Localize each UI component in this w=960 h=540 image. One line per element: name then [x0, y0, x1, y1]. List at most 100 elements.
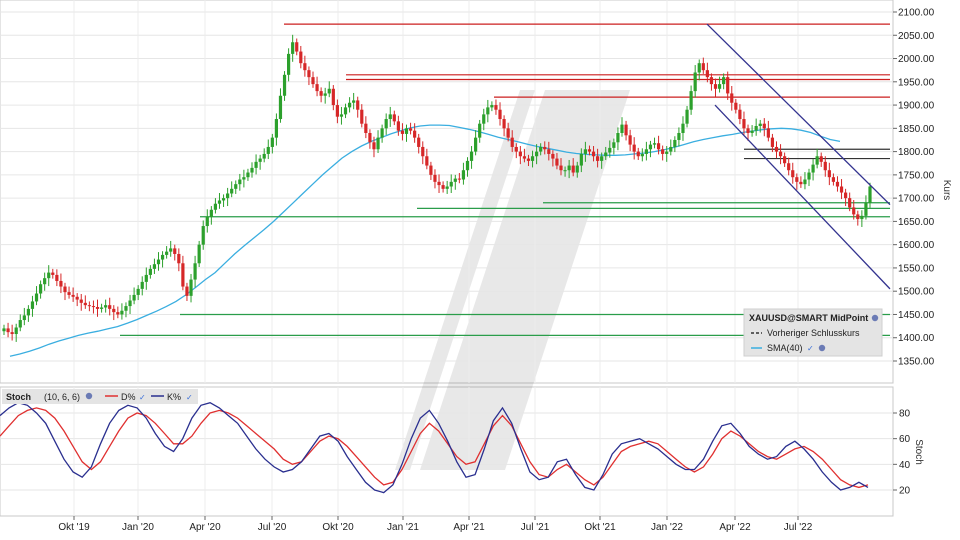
candle-body — [478, 123, 482, 138]
candle-body — [270, 137, 274, 147]
x-tick-label: Okt '19 — [58, 522, 90, 533]
candle-body — [87, 305, 91, 307]
candle-body — [282, 74, 287, 96]
candle-body — [331, 88, 335, 106]
candle-body — [299, 51, 303, 64]
candle-body — [376, 137, 380, 150]
candle-body — [742, 119, 746, 129]
candle-body — [38, 284, 43, 294]
candle-body — [722, 77, 726, 85]
candle-body — [535, 151, 539, 157]
candle-body — [693, 72, 697, 92]
x-tick-label: Jan '20 — [122, 522, 154, 533]
candle-body — [823, 161, 827, 171]
candle-body — [453, 178, 457, 182]
candle-body — [490, 105, 494, 108]
candle-body — [181, 263, 185, 287]
candle-body — [368, 132, 372, 143]
x-tick-label: Jan '21 — [387, 522, 419, 533]
candle-body — [201, 226, 205, 245]
candle-body — [608, 147, 612, 153]
candle-body — [311, 77, 315, 85]
stoch-title: Stoch — [6, 392, 31, 402]
candle-body — [266, 146, 270, 154]
candle-body — [95, 307, 100, 309]
candle-body — [730, 93, 734, 103]
candle-body — [482, 114, 486, 124]
candle-body — [502, 119, 506, 129]
candle-body — [356, 100, 360, 110]
candle-body — [799, 181, 803, 185]
candle-body — [437, 181, 441, 186]
candle-body — [413, 130, 417, 138]
candle-body — [352, 100, 356, 103]
candle-body — [595, 156, 600, 161]
candle-body — [803, 179, 807, 185]
candle-body — [665, 151, 669, 154]
candle-body — [388, 114, 392, 120]
candle-body — [807, 172, 811, 180]
candle-body — [307, 70, 311, 78]
candle-body — [339, 114, 344, 117]
candle-body — [75, 296, 79, 300]
candle-body — [844, 192, 848, 199]
stoch-tick-label: 20 — [899, 486, 911, 497]
candle-body — [6, 328, 10, 333]
candle-body — [587, 149, 592, 152]
candle-body — [425, 156, 429, 166]
price-tick-label: 1800.00 — [898, 147, 935, 158]
globe-icon[interactable] — [85, 392, 93, 400]
candle-body — [392, 114, 396, 122]
x-tick-label: Okt '20 — [322, 522, 354, 533]
candle-body — [746, 128, 750, 133]
candle-body — [522, 156, 527, 159]
candle-body — [177, 253, 181, 264]
price-tick-label: 1450.00 — [898, 310, 935, 321]
candle-body — [396, 121, 400, 131]
candle-body — [787, 163, 791, 171]
candle-body — [551, 153, 555, 159]
candle-body — [128, 300, 132, 307]
candle-body — [465, 160, 470, 171]
check-icon[interactable]: ✓ — [139, 393, 146, 402]
candle-body — [526, 158, 531, 161]
candle-body — [189, 279, 193, 296]
candle-body — [408, 128, 413, 131]
candle-body — [868, 186, 872, 203]
candle-body — [404, 128, 409, 134]
candle-body — [380, 128, 384, 138]
candle-body — [811, 164, 815, 173]
candle-body — [421, 146, 425, 157]
candle-body — [628, 135, 632, 145]
stoch-axis-title: Stoch — [913, 439, 924, 465]
check-icon[interactable]: ✓ — [186, 393, 193, 402]
candle-body — [197, 244, 201, 264]
globe-icon[interactable] — [818, 344, 826, 352]
candle-body — [230, 188, 234, 194]
candle-body — [400, 130, 405, 134]
candle-body — [791, 170, 795, 178]
candle-body — [303, 63, 307, 71]
candle-body — [689, 91, 693, 110]
candle-body — [347, 102, 352, 108]
candle-body — [750, 130, 754, 133]
candle-body — [701, 63, 705, 71]
check-icon[interactable]: ✓ — [807, 344, 814, 353]
candle-body — [474, 137, 478, 152]
candle-body — [160, 254, 165, 260]
globe-icon[interactable] — [871, 314, 879, 322]
price-tick-label: 1600.00 — [898, 240, 935, 251]
x-tick-label: Apr '22 — [719, 522, 751, 533]
price-tick-label: 1750.00 — [898, 170, 935, 181]
candle-body — [762, 123, 766, 129]
price-tick-label: 2050.00 — [898, 31, 935, 42]
candle-body — [83, 302, 87, 306]
candle-body — [461, 170, 466, 180]
candle-body — [26, 308, 30, 316]
candle-body — [514, 146, 518, 152]
candle-body — [287, 53, 291, 75]
candle-body — [616, 132, 620, 143]
candle-body — [726, 77, 730, 94]
candle-body — [705, 70, 709, 78]
candle-body — [754, 126, 758, 131]
